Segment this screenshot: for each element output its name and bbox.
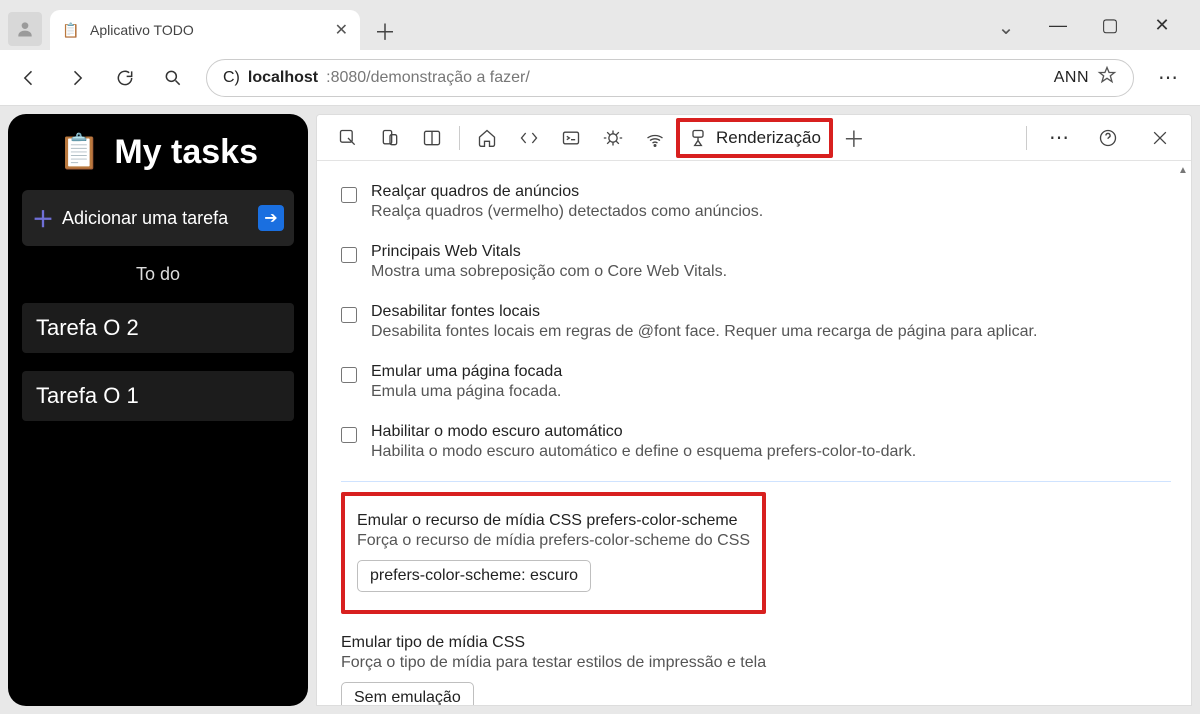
option-label: Realçar quadros de anúncios bbox=[371, 183, 763, 201]
app-title-text: My tasks bbox=[114, 133, 258, 172]
plus-icon: ＋ bbox=[32, 202, 54, 234]
option-label: Habilitar o modo escuro automático bbox=[371, 423, 916, 441]
browser-window: 📋 Aplicativo TODO ✕ ＋ ⌄ ― ▢ ✕ C) localho… bbox=[0, 0, 1200, 714]
clipboard-icon: 📋 bbox=[58, 132, 100, 172]
option-desc: Habilita o modo escuro automático e defi… bbox=[371, 443, 916, 461]
checkbox-emulate-focused[interactable] bbox=[341, 367, 357, 383]
minimize-button[interactable]: ― bbox=[1046, 15, 1070, 40]
chevron-down-icon[interactable]: ⌄ bbox=[994, 15, 1018, 40]
content-area: 📋 My tasks ＋ Adicionar uma tarefa ➔ To d… bbox=[0, 106, 1200, 714]
rendering-tab-label: Renderização bbox=[716, 128, 821, 148]
dock-icon[interactable] bbox=[411, 122, 453, 154]
option-label: Emular uma página focada bbox=[371, 363, 562, 381]
address-bar[interactable]: C) localhost :8080/demonstração a fazer/… bbox=[206, 59, 1134, 97]
option-desc: Emula uma página focada. bbox=[371, 383, 562, 401]
browser-tab[interactable]: 📋 Aplicativo TODO ✕ bbox=[50, 10, 360, 50]
url-host: localhost bbox=[248, 69, 318, 87]
option-desc: Realça quadros (vermelho) detectados com… bbox=[371, 203, 763, 221]
toolbar: C) localhost :8080/demonstração a fazer/… bbox=[0, 50, 1200, 106]
section-title: Emular o recurso de mídia CSS prefers-co… bbox=[357, 512, 750, 530]
tab-close-button[interactable]: ✕ bbox=[335, 20, 348, 40]
option-row: Realçar quadros de anúncios Realça quadr… bbox=[341, 175, 1171, 235]
task-item[interactable]: Tarefa O 2 bbox=[22, 303, 294, 353]
devtools-panel: Renderização ＋ ⋯ Realçar quadros de anún… bbox=[316, 114, 1192, 706]
close-window-button[interactable]: ✕ bbox=[1150, 15, 1174, 40]
more-menu-button[interactable]: ⋯ bbox=[1152, 65, 1186, 90]
scrollbar[interactable]: ▲ bbox=[1177, 165, 1189, 425]
add-task-label: Adicionar uma tarefa bbox=[62, 208, 250, 229]
app-heading: 📋 My tasks bbox=[22, 132, 294, 172]
back-button[interactable] bbox=[14, 63, 44, 93]
option-row: Desabilitar fontes locais Desabilita fon… bbox=[341, 295, 1171, 355]
home-icon[interactable] bbox=[466, 122, 508, 154]
reload-button[interactable] bbox=[110, 63, 140, 93]
maximize-button[interactable]: ▢ bbox=[1098, 15, 1122, 40]
title-bar: 📋 Aplicativo TODO ✕ ＋ ⌄ ― ▢ ✕ bbox=[0, 0, 1200, 50]
devtools-more-button[interactable]: ⋯ bbox=[1043, 125, 1077, 150]
scroll-up-icon[interactable]: ▲ bbox=[1177, 165, 1189, 176]
url-path: :8080/demonstração a fazer/ bbox=[326, 69, 530, 87]
section-heading: To do bbox=[22, 264, 294, 285]
emulate-media-section: Emular tipo de mídia CSS Força o tipo de… bbox=[341, 628, 1171, 705]
section-desc: Força o tipo de mídia para testar estilo… bbox=[341, 654, 1171, 672]
divider bbox=[341, 481, 1171, 482]
section-desc: Força o recurso de mídia prefers-color-s… bbox=[357, 532, 750, 550]
inspect-icon[interactable] bbox=[327, 122, 369, 154]
url-scheme: C) bbox=[223, 69, 240, 87]
task-item[interactable]: Tarefa O 1 bbox=[22, 371, 294, 421]
todo-app: 📋 My tasks ＋ Adicionar uma tarefa ➔ To d… bbox=[8, 114, 308, 706]
add-tab-button[interactable]: ＋ bbox=[833, 122, 875, 154]
section-title: Emular tipo de mídia CSS bbox=[341, 634, 1171, 652]
option-desc: Desabilita fontes locais em regras de @f… bbox=[371, 323, 1037, 341]
option-desc: Mostra uma sobreposição com o Core Web V… bbox=[371, 263, 727, 281]
tab-title: Aplicativo TODO bbox=[90, 22, 325, 38]
option-label: Desabilitar fontes locais bbox=[371, 303, 1037, 321]
devtools-tabbar: Renderização ＋ ⋯ bbox=[317, 115, 1191, 161]
submit-task-button[interactable]: ➔ bbox=[258, 205, 284, 231]
checkbox-disable-local-fonts[interactable] bbox=[341, 307, 357, 323]
rendering-panel: Realçar quadros de anúncios Realça quadr… bbox=[317, 161, 1191, 705]
console-icon[interactable] bbox=[550, 122, 592, 154]
checkbox-auto-dark-mode[interactable] bbox=[341, 427, 357, 443]
bug-icon[interactable] bbox=[592, 122, 634, 154]
option-row: Emular uma página focada Emula uma págin… bbox=[341, 355, 1171, 415]
window-controls: ⌄ ― ▢ ✕ bbox=[994, 15, 1192, 50]
checkbox-ad-frames[interactable] bbox=[341, 187, 357, 203]
profile-badge: ANN bbox=[1054, 69, 1089, 87]
add-task-input[interactable]: ＋ Adicionar uma tarefa ➔ bbox=[22, 190, 294, 246]
prefers-color-scheme-select[interactable]: prefers-color-scheme: escuro bbox=[357, 560, 591, 592]
profile-button[interactable] bbox=[8, 12, 42, 46]
help-icon[interactable] bbox=[1087, 122, 1129, 154]
new-tab-button[interactable]: ＋ bbox=[368, 14, 402, 48]
media-type-select[interactable]: Sem emulação bbox=[341, 682, 474, 705]
separator bbox=[459, 126, 460, 150]
device-toggle-icon[interactable] bbox=[369, 122, 411, 154]
option-row: Habilitar o modo escuro automático Habil… bbox=[341, 415, 1171, 475]
option-label: Principais Web Vitals bbox=[371, 243, 727, 261]
search-button[interactable] bbox=[158, 63, 188, 93]
network-icon[interactable] bbox=[634, 122, 676, 154]
separator bbox=[1026, 126, 1027, 150]
elements-icon[interactable] bbox=[508, 122, 550, 154]
checkbox-web-vitals[interactable] bbox=[341, 247, 357, 263]
close-devtools-button[interactable] bbox=[1139, 122, 1181, 154]
clipboard-icon: 📋 bbox=[62, 21, 80, 39]
rendering-tab[interactable]: Renderização bbox=[676, 118, 833, 158]
highlighted-section: Emular o recurso de mídia CSS prefers-co… bbox=[341, 492, 766, 614]
forward-button[interactable] bbox=[62, 63, 92, 93]
option-row: Principais Web Vitals Mostra uma sobrepo… bbox=[341, 235, 1171, 295]
favorite-icon[interactable] bbox=[1097, 65, 1117, 90]
